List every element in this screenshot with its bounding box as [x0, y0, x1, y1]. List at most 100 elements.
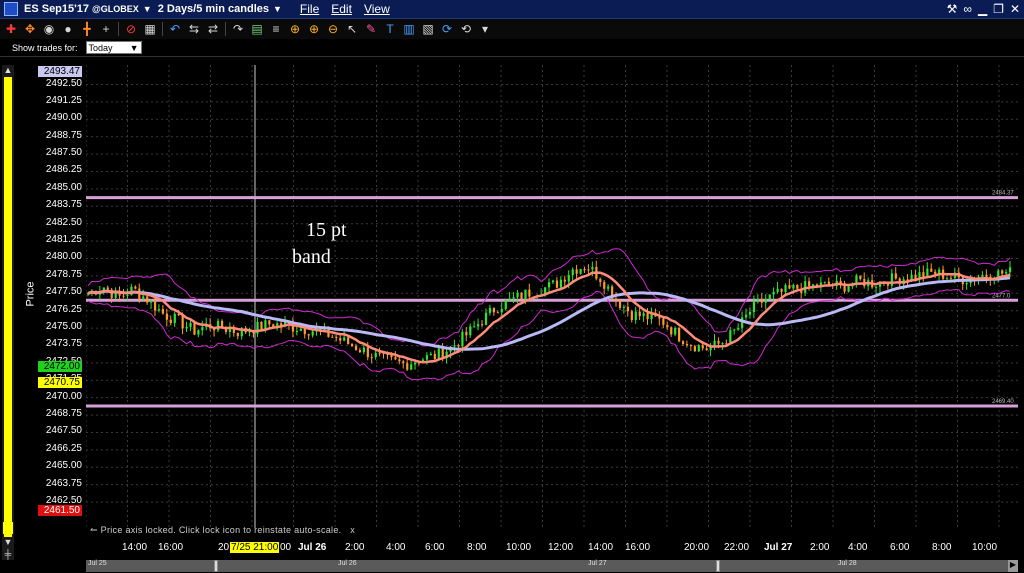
- layout-icon[interactable]: ▧: [421, 22, 435, 36]
- arrow-icon: ↼: [90, 525, 98, 535]
- nav-end-icon[interactable]: ▶: [1008, 560, 1018, 572]
- candle: [634, 311, 637, 320]
- minimize-icon[interactable]: ▁: [978, 2, 987, 16]
- candle: [394, 357, 397, 360]
- candle: [469, 326, 472, 336]
- candle: [934, 271, 937, 274]
- price-tick: 2491.25: [45, 94, 82, 106]
- candle: [638, 311, 641, 317]
- menu-edit[interactable]: Edit: [331, 2, 352, 16]
- candle: [106, 287, 109, 290]
- candle: [185, 326, 188, 329]
- reset-icon[interactable]: ⟲: [459, 22, 473, 36]
- globe-icon[interactable]: ◉: [42, 22, 56, 36]
- candle: [1009, 267, 1012, 273]
- range-dropdown-icon[interactable]: ▼: [273, 4, 282, 14]
- scroll-up-icon[interactable]: ▲: [2, 65, 14, 77]
- candle: [197, 330, 200, 335]
- price-chart[interactable]: 2484.37 2477.0 2469.40: [86, 65, 1018, 540]
- symbol-dropdown-icon[interactable]: ▼: [143, 4, 152, 14]
- candle: [193, 322, 196, 335]
- arrows-icon[interactable]: ⇆: [187, 22, 201, 36]
- menu-file[interactable]: File: [300, 2, 319, 16]
- candle: [311, 331, 314, 336]
- zoom-in-icon[interactable]: ⊕: [288, 22, 302, 36]
- scroll-split-icon[interactable]: ╪: [2, 549, 14, 561]
- show-trades-select[interactable]: Today ▼: [85, 41, 142, 54]
- candle: [721, 343, 724, 345]
- time-tick: 4:00: [386, 542, 406, 553]
- show-trades-row: Show trades for: Today ▼: [0, 39, 1024, 56]
- zoom-out-icon[interactable]: ⊖: [326, 22, 340, 36]
- settings-icon[interactable]: ⚒: [947, 2, 958, 16]
- plus-icon[interactable]: +: [99, 22, 113, 36]
- link-icon[interactable]: ∞: [963, 2, 972, 16]
- nav-left-handle[interactable]: [214, 560, 218, 572]
- price-axis-locked-message: ↼ Price axis locked. Click lock icon to …: [90, 525, 355, 536]
- time-tick: 20: [218, 542, 230, 553]
- candle: [756, 299, 760, 301]
- close-icon[interactable]: ✕: [1010, 2, 1020, 16]
- high-price-label: 2493.47: [38, 66, 82, 77]
- dismiss-icon[interactable]: x: [350, 525, 355, 535]
- candle: [642, 313, 645, 317]
- candle: [414, 362, 417, 365]
- undo-icon[interactable]: ↶: [168, 22, 182, 36]
- band-value-label: 2484.37: [992, 191, 1014, 197]
- time-tick: 2:00: [345, 542, 365, 553]
- candle: [965, 283, 968, 285]
- time-tick: 14:00: [588, 542, 614, 553]
- time-navigator[interactable]: Jul 25 Jul 26 Jul 27 Jul 28 ▶: [86, 560, 1018, 572]
- chart-toolbar: ✚ ✥ ◉ ● ╋ + ⊘ ▦ ↶ ⇆ ⇄ ↷ ▤ ≡ ⊕ ⊕ ⊖ ↖ ✎ T …: [0, 19, 1024, 39]
- grid-icon[interactable]: ▦: [143, 22, 157, 36]
- candle: [894, 273, 897, 279]
- separator: [118, 22, 119, 36]
- candle: [587, 269, 590, 271]
- candle: [189, 322, 192, 327]
- arrows-icon[interactable]: ⇄: [206, 22, 220, 36]
- price-tick: 2488.75: [45, 129, 82, 141]
- candle: [607, 286, 610, 289]
- price-scrollbar[interactable]: ▲ ▼ ╪: [2, 65, 14, 560]
- candle: [153, 300, 157, 311]
- circle-icon[interactable]: ●: [61, 22, 75, 36]
- scroll-down-icon[interactable]: ▼: [2, 537, 14, 549]
- table-icon[interactable]: ▤: [250, 22, 264, 36]
- multi-arrow-icon[interactable]: ✥: [23, 22, 37, 36]
- candle: [780, 288, 783, 293]
- dropdown-icon[interactable]: ▾: [478, 22, 492, 36]
- range-label[interactable]: 2 Days/5 min candles: [158, 3, 269, 15]
- cursor-icon[interactable]: ↖: [345, 22, 359, 36]
- lock-icon[interactable]: [3, 522, 13, 534]
- candle: [618, 300, 622, 308]
- candle: [378, 352, 381, 354]
- redo-icon[interactable]: ↷: [231, 22, 245, 36]
- candle: [433, 353, 436, 360]
- candle: [717, 340, 720, 344]
- crosshair-icon[interactable]: ✚: [4, 22, 18, 36]
- zoom-in-icon[interactable]: ⊕: [307, 22, 321, 36]
- candle: [1001, 270, 1004, 274]
- refresh-icon[interactable]: ⟳: [440, 22, 454, 36]
- drawing-icon[interactable]: ✎: [364, 22, 378, 36]
- window-controls: ⚒ ∞ ▁ ❐ ✕: [947, 2, 1020, 16]
- menu-view[interactable]: View: [364, 2, 390, 16]
- delete-icon[interactable]: ⊘: [124, 22, 138, 36]
- plus-crosshair-icon[interactable]: ╋: [80, 22, 94, 36]
- bars-icon[interactable]: ▥: [402, 22, 416, 36]
- candle: [362, 347, 366, 353]
- time-tick: 16:00: [625, 542, 651, 553]
- candle: [134, 286, 137, 289]
- symbol-label[interactable]: ES Sep15'17: [24, 3, 89, 15]
- show-trades-label: Show trades for:: [12, 42, 78, 53]
- candle: [512, 297, 515, 299]
- candle: [559, 279, 563, 288]
- restore-icon[interactable]: ❐: [993, 2, 1004, 16]
- list-icon[interactable]: ≡: [269, 22, 283, 36]
- scroll-thumb[interactable]: [4, 77, 12, 537]
- nav-mid-handle[interactable]: [716, 560, 720, 572]
- text-icon[interactable]: T: [383, 22, 397, 36]
- exchange-label[interactable]: @GLOBEX: [92, 4, 139, 14]
- price-tick: 2486.25: [45, 164, 82, 176]
- time-tick: 14:00: [122, 542, 148, 553]
